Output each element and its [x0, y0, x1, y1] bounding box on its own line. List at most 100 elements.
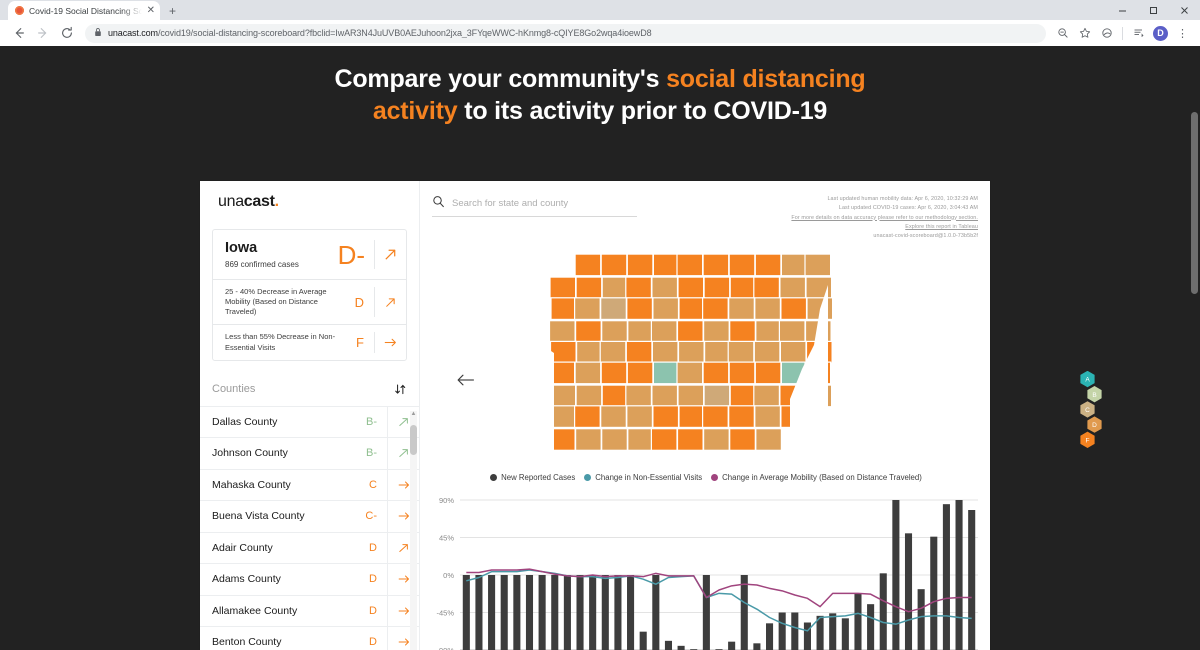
map-county[interactable] [702, 361, 730, 385]
map-county[interactable] [753, 341, 781, 365]
chart-bar[interactable] [614, 575, 622, 650]
minimize-icon[interactable] [1107, 0, 1138, 20]
chart-bar[interactable] [829, 613, 837, 650]
map-county[interactable] [651, 276, 679, 300]
legend-item[interactable]: Change in Non-Essential Visits [584, 473, 702, 482]
maximize-icon[interactable] [1138, 0, 1169, 20]
chart-bar[interactable] [867, 604, 875, 650]
map-county[interactable] [728, 253, 756, 277]
chart-bar[interactable] [892, 500, 900, 650]
chart-bar[interactable] [601, 575, 609, 650]
chart-bar[interactable] [525, 575, 534, 650]
map-county[interactable] [626, 361, 654, 385]
map-county[interactable] [600, 405, 627, 429]
extension-icon[interactable] [1096, 23, 1117, 44]
map-county[interactable] [651, 341, 679, 365]
close-icon[interactable]: ✕ [147, 5, 155, 16]
map-county[interactable] [550, 405, 578, 429]
map-county[interactable] [600, 297, 627, 321]
map-county[interactable] [779, 341, 807, 365]
map-county[interactable] [651, 384, 679, 408]
map-county[interactable] [652, 405, 680, 429]
chart-bar[interactable] [576, 575, 584, 650]
scorecard-row-visits[interactable]: Less than 55% Decrease in Non-Essential … [213, 324, 406, 359]
chart-bar[interactable] [854, 593, 862, 650]
chart-bar[interactable] [766, 623, 774, 650]
map-county[interactable] [574, 253, 602, 277]
chart-bar[interactable] [879, 573, 887, 650]
map-county[interactable] [625, 276, 653, 300]
chart-bar[interactable] [475, 575, 483, 650]
map-county[interactable] [677, 276, 705, 300]
map-county[interactable] [652, 253, 680, 277]
map-county[interactable] [676, 428, 704, 452]
map-county[interactable] [650, 428, 678, 452]
map-county[interactable] [627, 428, 655, 452]
map-county[interactable] [549, 276, 577, 300]
chart-bar[interactable] [955, 500, 963, 650]
chart-bar[interactable] [652, 575, 660, 650]
chart-bar[interactable] [778, 612, 786, 650]
county-row[interactable]: Johnson County B- [200, 438, 419, 470]
map-county[interactable] [804, 253, 832, 277]
scroll-up-arrow-icon[interactable]: ▲ [410, 411, 417, 417]
map-county[interactable] [550, 297, 578, 321]
chart-bar[interactable] [500, 575, 508, 650]
map-county[interactable] [702, 297, 729, 321]
sort-icon[interactable] [394, 383, 407, 396]
bookmark-star-icon[interactable] [1074, 23, 1095, 44]
map-county[interactable] [677, 384, 705, 408]
map-county[interactable] [626, 253, 654, 277]
map-county[interactable] [600, 253, 628, 277]
chart-bar[interactable] [538, 575, 546, 650]
map-county[interactable] [575, 276, 603, 300]
county-row[interactable]: Adair County D [200, 532, 419, 565]
map-county[interactable] [650, 320, 678, 344]
chart-bar[interactable] [664, 641, 673, 650]
map-county[interactable] [728, 405, 755, 429]
profile-avatar[interactable]: D [1150, 23, 1171, 44]
map-county[interactable] [601, 384, 629, 408]
map-county[interactable] [729, 276, 757, 300]
back-button-icon[interactable] [7, 21, 31, 45]
chart-bar[interactable] [740, 575, 748, 650]
chart-bar[interactable] [677, 646, 685, 650]
tableau-link[interactable]: Explore this report in Tableau [647, 223, 978, 232]
map-county[interactable] [753, 384, 781, 408]
county-list-scrollbar[interactable]: ▲ ▼ [410, 410, 417, 650]
map-county[interactable] [678, 405, 706, 429]
map-county[interactable] [778, 320, 806, 344]
map-county[interactable] [626, 405, 654, 429]
map-county[interactable] [678, 297, 706, 321]
map-county[interactable] [575, 384, 603, 408]
chart-bar[interactable] [627, 575, 635, 650]
arrow-left-icon[interactable] [456, 373, 476, 392]
map-county[interactable] [549, 341, 577, 365]
chart-bar[interactable] [488, 575, 496, 650]
chart-bar[interactable] [942, 504, 950, 650]
browser-tab[interactable]: Covid-19 Social Distancing Scor ✕ [8, 1, 160, 20]
reading-list-icon[interactable] [1128, 23, 1149, 44]
map-county[interactable] [676, 361, 704, 385]
map-county[interactable] [573, 297, 601, 321]
map-county[interactable] [574, 428, 602, 452]
map-county[interactable] [703, 428, 730, 452]
map-county[interactable] [676, 253, 704, 277]
map-county[interactable] [755, 320, 783, 344]
address-bar[interactable]: unacast.com/covid19/social-distancing-sc… [85, 23, 1046, 43]
map-county[interactable] [627, 320, 655, 344]
reload-button-icon[interactable] [55, 21, 79, 45]
chart-bar[interactable] [513, 575, 521, 650]
map-county[interactable] [652, 361, 680, 385]
chart-bar[interactable] [551, 575, 559, 650]
chart-bar[interactable] [968, 510, 976, 650]
map-county[interactable] [600, 361, 628, 385]
map-county[interactable] [548, 320, 576, 344]
map-county[interactable] [652, 297, 680, 321]
map-county[interactable] [574, 361, 602, 385]
chart-bar[interactable] [917, 589, 925, 650]
map-county[interactable] [601, 428, 628, 452]
scrollbar-thumb[interactable] [410, 424, 417, 455]
chart-bar[interactable] [904, 533, 913, 650]
county-row[interactable]: Adams County D [200, 564, 419, 596]
